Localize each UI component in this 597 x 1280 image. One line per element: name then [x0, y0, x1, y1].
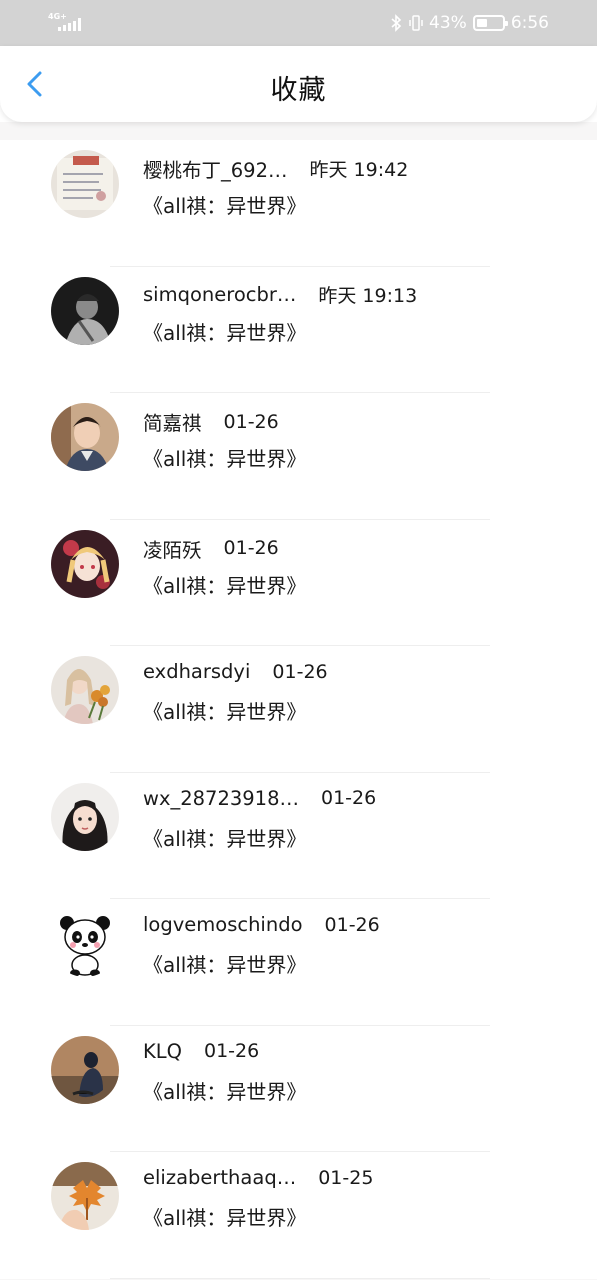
item-meta: logvemoschindo 01-26: [143, 913, 380, 936]
favorite-list-item[interactable]: logvemoschindo 01-26 《all祺：异世界》: [0, 899, 597, 1026]
username[interactable]: wx_28723918…: [143, 787, 299, 810]
status-bar: 4G+ 43% 6:56: [0, 0, 597, 46]
avatar-image: [51, 276, 119, 345]
avatar-image: [51, 782, 119, 851]
favorite-list-item[interactable]: exdharsdyi 01-26 《all祺：异世界》: [0, 646, 597, 773]
item-meta: exdharsdyi 01-26: [143, 660, 328, 683]
novel-title[interactable]: 《all祺：异世界》: [143, 570, 306, 599]
username[interactable]: KLQ: [143, 1040, 182, 1063]
battery-percent: 43%: [429, 13, 467, 33]
battery-icon: [472, 15, 508, 31]
clock: 6:56: [510, 13, 549, 33]
novel-title[interactable]: 《all祺：异世界》: [143, 1076, 306, 1105]
avatar-image: [51, 909, 119, 977]
item-meta: wx_28723918… 01-26: [143, 787, 376, 810]
timestamp: 昨天 19:13: [318, 284, 418, 307]
favorite-list-item[interactable]: 凌陌殀 01-26 《all祺：异世界》: [0, 520, 597, 646]
page-title: 收藏: [270, 75, 327, 106]
header: 收藏: [0, 46, 597, 122]
signal-icon: 4G+: [48, 12, 82, 32]
avatar-image: [51, 1035, 119, 1104]
favorite-list-item[interactable]: 樱桃布丁_692… 昨天 19:42 《all祺：异世界》: [0, 140, 597, 267]
username[interactable]: 凌陌殀: [143, 534, 202, 563]
avatar[interactable]: [51, 656, 119, 724]
novel-title[interactable]: 《all祺：异世界》: [143, 949, 306, 978]
novel-title[interactable]: 《all祺：异世界》: [143, 823, 306, 852]
timestamp: 昨天 19:42: [309, 159, 409, 181]
item-meta: simqonerocbr… 昨天 19:13: [143, 281, 417, 308]
novel-title[interactable]: 《all祺：异世界》: [143, 317, 306, 346]
item-meta: 樱桃布丁_692… 昨天 19:42: [143, 154, 408, 183]
username[interactable]: exdharsdyi: [143, 660, 250, 683]
item-meta: elizaberthaaq… 01-25: [143, 1166, 373, 1189]
novel-title[interactable]: 《all祺：异世界》: [143, 696, 306, 725]
divider: [110, 1277, 490, 1279]
timestamp: 01-26: [272, 660, 328, 683]
timestamp: 01-26: [223, 410, 279, 433]
avatar[interactable]: [51, 1162, 119, 1230]
timestamp: 01-26: [321, 787, 377, 809]
username[interactable]: 樱桃布丁_692…: [143, 154, 287, 183]
avatar-image: [51, 529, 119, 598]
avatar[interactable]: [51, 909, 119, 977]
avatar-image: [51, 403, 119, 471]
username[interactable]: logvemoschindo: [143, 913, 303, 936]
favorites-list: 樱桃布丁_692… 昨天 19:42 《all祺：异世界》 simqonerocbr……: [0, 140, 597, 1279]
avatar[interactable]: [51, 782, 119, 851]
favorites-list-area[interactable]: 樱桃布丁_692… 昨天 19:42 《all祺：异世界》 simqonerocbr……: [0, 122, 597, 1280]
favorite-list-item[interactable]: 简嘉祺 01-26 《all祺：异世界》: [0, 393, 597, 520]
status-right: 43% 6:56: [389, 10, 549, 36]
avatar[interactable]: [51, 1035, 119, 1104]
avatar[interactable]: [51, 529, 119, 598]
favorite-list-item[interactable]: wx_28723918… 01-26 《all祺：异世界》: [0, 773, 597, 899]
avatar[interactable]: [51, 403, 119, 471]
bluetooth-icon: [391, 14, 402, 32]
favorite-list-item[interactable]: elizaberthaaq… 01-25 《all祺：异世界》: [0, 1152, 597, 1279]
item-meta: 凌陌殀 01-26: [143, 534, 279, 563]
username[interactable]: 简嘉祺: [143, 407, 202, 436]
avatar[interactable]: [51, 150, 119, 218]
avatar-image: [51, 150, 119, 218]
novel-title[interactable]: 《all祺：异世界》: [143, 190, 306, 219]
battery-level-fill: [476, 19, 488, 27]
avatar-image: [51, 1162, 119, 1230]
avatar-image: [51, 656, 119, 724]
timestamp: 01-25: [318, 1166, 374, 1189]
username[interactable]: simqonerocbr…: [143, 283, 296, 306]
favorite-list-item[interactable]: simqonerocbr… 昨天 19:13 《all祺：异世界》: [0, 267, 597, 393]
novel-title[interactable]: 《all祺：异世界》: [143, 1202, 306, 1231]
username[interactable]: elizaberthaaq…: [143, 1166, 296, 1189]
item-meta: 简嘉祺 01-26: [143, 407, 279, 436]
favorite-list-item[interactable]: KLQ 01-26 《all祺：异世界》: [0, 1026, 597, 1152]
timestamp: 01-26: [324, 913, 380, 936]
item-meta: KLQ 01-26: [143, 1040, 259, 1063]
avatar[interactable]: [51, 276, 119, 345]
vibrate-icon: [409, 15, 423, 31]
timestamp: 01-26: [223, 537, 279, 559]
timestamp: 01-26: [204, 1040, 260, 1062]
novel-title[interactable]: 《all祺：异世界》: [143, 443, 306, 472]
